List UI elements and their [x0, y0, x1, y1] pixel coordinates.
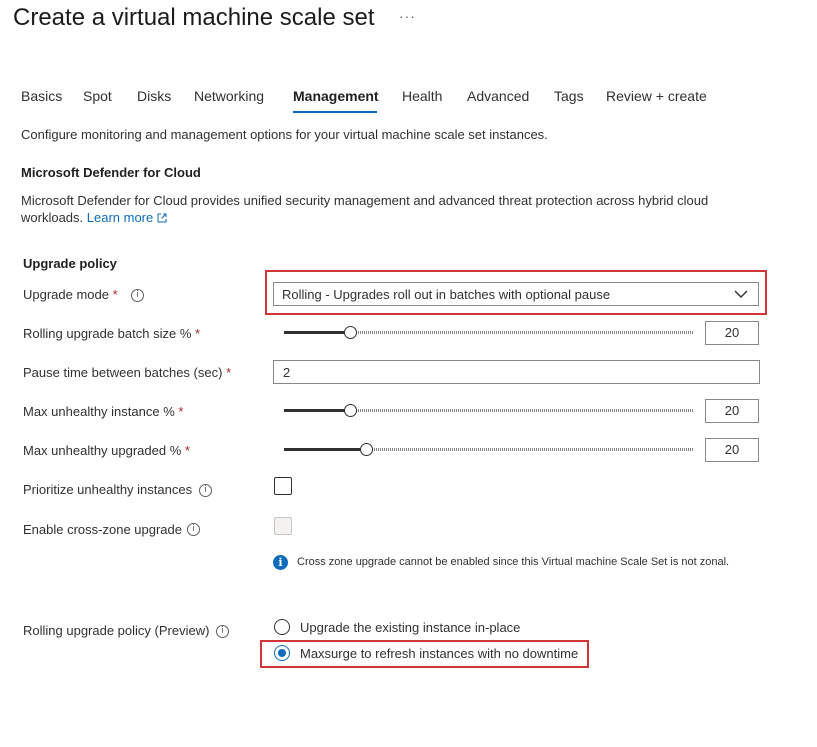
slider-fill — [284, 409, 350, 412]
slider-thumb[interactable] — [360, 443, 373, 456]
upgrade-mode-label: Upgrade mode * — [23, 287, 118, 302]
radio-in-place[interactable] — [274, 619, 290, 635]
max-unhealthy-upgraded-slider[interactable] — [284, 443, 694, 456]
info-icon[interactable]: i — [187, 523, 200, 536]
slider-fill — [284, 448, 366, 451]
page-title: Create a virtual machine scale set — [13, 4, 375, 31]
defender-description-line1: Microsoft Defender for Cloud provides un… — [21, 193, 709, 208]
info-icon[interactable]: i — [216, 625, 229, 638]
pause-time-value: 2 — [283, 365, 291, 380]
slider-thumb[interactable] — [343, 404, 357, 417]
pause-time-input[interactable]: 2 — [273, 360, 760, 384]
info-filled-icon: i — [273, 555, 288, 570]
info-icon[interactable]: i — [199, 484, 212, 497]
tab-disks[interactable]: Disks — [137, 88, 171, 104]
defender-heading: Microsoft Defender for Cloud — [21, 165, 201, 180]
required-mark: * — [178, 404, 184, 419]
external-link-icon — [157, 213, 167, 223]
info-icon[interactable]: i — [131, 289, 144, 302]
required-mark: * — [226, 365, 232, 380]
required-mark: * — [112, 287, 118, 302]
upgrade-mode-dropdown[interactable]: Rolling - Upgrades roll out in batches w… — [273, 282, 759, 306]
max-unhealthy-instance-slider[interactable] — [284, 404, 694, 417]
cross-zone-note: Cross zone upgrade cannot be enabled sin… — [297, 556, 730, 568]
max-unhealthy-instance-label-text: Max unhealthy instance % — [23, 404, 175, 419]
tab-health[interactable]: Health — [402, 88, 442, 104]
radio-in-place-label[interactable]: Upgrade the existing instance in-place — [300, 620, 520, 635]
radio-maxsurge-label[interactable]: Maxsurge to refresh instances with no do… — [300, 646, 578, 661]
batch-size-label: Rolling upgrade batch size % * — [23, 326, 200, 341]
more-options-icon[interactable]: ··· — [399, 8, 416, 24]
learn-more-link[interactable]: Learn more — [87, 210, 153, 225]
defender-description-line2: workloads. Learn more — [21, 210, 167, 225]
upgrade-mode-label-text: Upgrade mode — [23, 287, 109, 302]
rolling-upgrade-policy-label: Rolling upgrade policy (Preview) — [23, 623, 210, 638]
pause-time-label: Pause time between batches (sec) * — [23, 365, 231, 380]
radio-maxsurge[interactable] — [274, 645, 290, 661]
tab-networking[interactable]: Networking — [194, 88, 264, 104]
tab-tags[interactable]: Tags — [554, 88, 584, 104]
max-unhealthy-upgraded-input[interactable]: 20 — [705, 438, 759, 462]
tab-advanced[interactable]: Advanced — [467, 88, 529, 104]
tab-management[interactable]: Management — [293, 88, 379, 104]
required-mark: * — [195, 326, 201, 341]
prioritize-unhealthy-checkbox[interactable] — [274, 477, 292, 495]
required-mark: * — [184, 443, 190, 458]
intro-text: Configure monitoring and management opti… — [21, 127, 548, 142]
defender-description-end: workloads. — [21, 210, 84, 225]
pause-time-label-text: Pause time between batches (sec) — [23, 365, 223, 380]
max-unhealthy-upgraded-label: Max unhealthy upgraded % * — [23, 443, 190, 458]
max-unhealthy-instance-label: Max unhealthy instance % * — [23, 404, 183, 419]
tab-basics[interactable]: Basics — [21, 88, 62, 104]
batch-size-input[interactable]: 20 — [705, 321, 759, 345]
batch-size-label-text: Rolling upgrade batch size % — [23, 326, 192, 341]
tab-spot[interactable]: Spot — [83, 88, 112, 104]
cross-zone-upgrade-checkbox[interactable] — [274, 517, 292, 535]
prioritize-unhealthy-label: Prioritize unhealthy instances — [23, 482, 193, 497]
chevron-down-icon — [734, 290, 748, 298]
upgrade-policy-heading: Upgrade policy — [23, 256, 117, 271]
slider-thumb[interactable] — [343, 326, 357, 339]
tab-review-create[interactable]: Review + create — [606, 88, 707, 104]
max-unhealthy-instance-input[interactable]: 20 — [705, 399, 759, 423]
upgrade-mode-value: Rolling - Upgrades roll out in batches w… — [282, 287, 611, 302]
max-unhealthy-upgraded-label-text: Max unhealthy upgraded % — [23, 443, 182, 458]
batch-size-slider[interactable] — [284, 326, 694, 339]
active-tab-indicator — [293, 111, 377, 113]
slider-fill — [284, 331, 350, 334]
cross-zone-upgrade-label: Enable cross-zone upgrade — [23, 522, 182, 537]
